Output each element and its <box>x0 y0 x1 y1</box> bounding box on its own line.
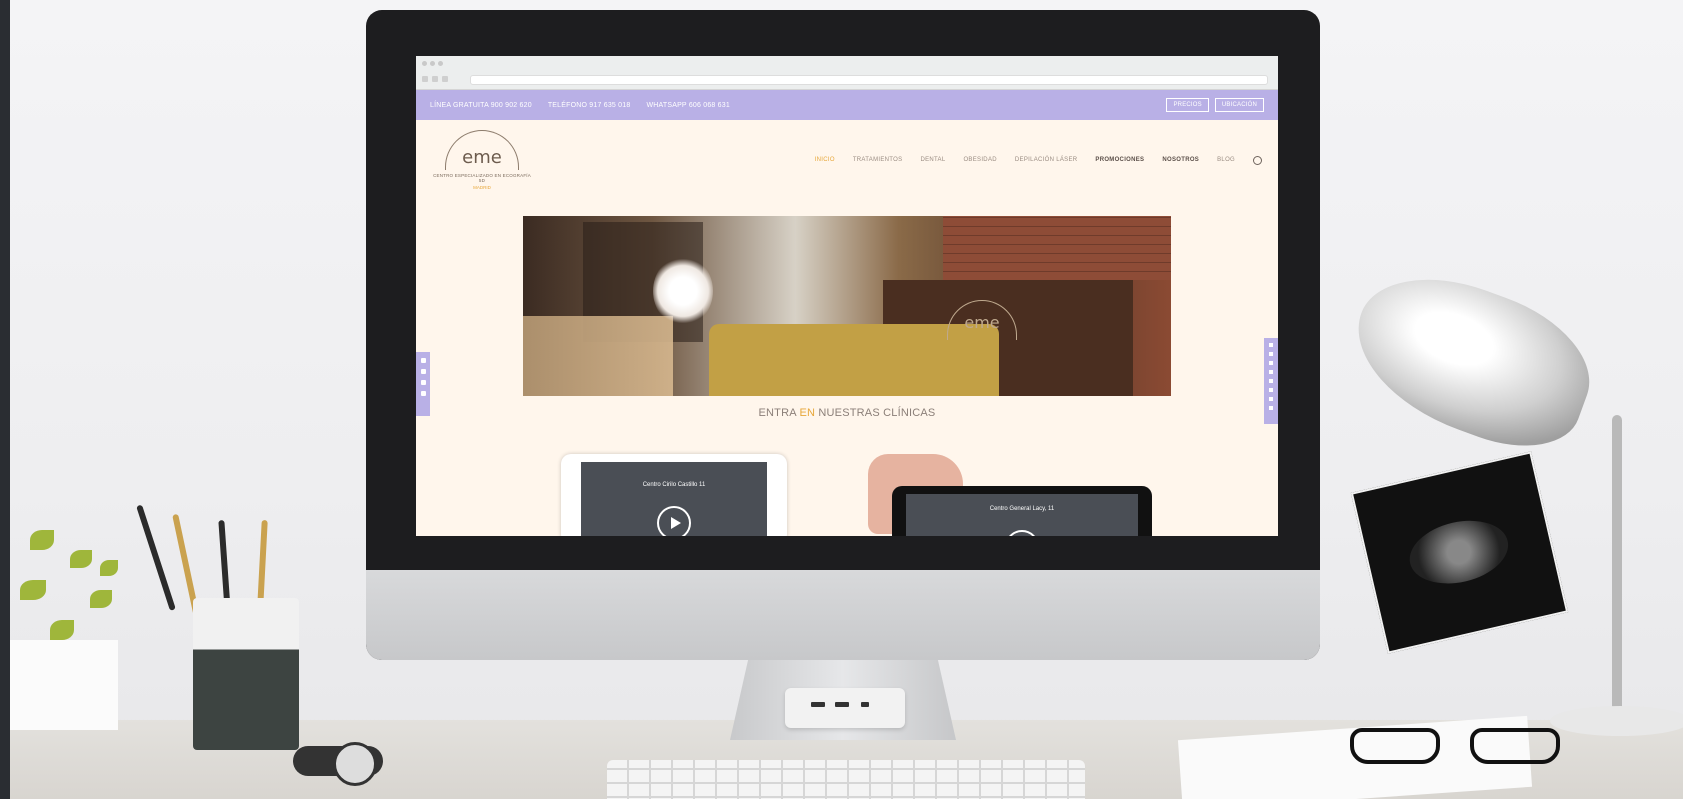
menu-item-dental[interactable]: DENTAL <box>920 157 945 163</box>
brick-wall <box>943 216 1171 280</box>
contact-topbar: LÍNEA GRATUITA 900 902 620 TELÉFONO 917 … <box>416 90 1278 120</box>
facebook-icon[interactable] <box>420 358 426 363</box>
menu-item-depilacion[interactable]: DEPILACIÓN LÁSER <box>1015 157 1078 163</box>
ultrasound-photo <box>1350 451 1569 654</box>
youtube-icon[interactable] <box>420 391 426 396</box>
search-icon[interactable] <box>1253 155 1262 165</box>
video-thumbnail[interactable]: Centro General Lacy, 11 <box>906 494 1138 536</box>
orchid <box>653 256 713 326</box>
wicker-chairs <box>523 316 673 396</box>
tablet-video-card[interactable]: Centro Cirilo Castillo 11 <box>561 454 787 536</box>
site-logo[interactable]: eme CENTRO ESPECIALIZADO EN ECOGRAFÍA 5D… <box>432 130 532 190</box>
section-title-highlight: EN <box>799 407 816 419</box>
menu-item-obesidad[interactable]: OBESIDAD <box>963 157 996 163</box>
play-icon[interactable] <box>1005 530 1039 536</box>
keyboard <box>607 760 1085 799</box>
menu-item-blog[interactable]: BLOG <box>1217 157 1235 163</box>
menu-item-inicio[interactable]: INICIO <box>815 157 835 163</box>
monitor-screen: LÍNEA GRATUITA 900 902 620 TELÉFONO 917 … <box>416 56 1278 536</box>
prices-button[interactable]: PRECIOS <box>1166 98 1209 112</box>
section-title-suffix: NUESTRAS CLÍNICAS <box>815 407 936 419</box>
lamp-arm <box>1612 415 1622 715</box>
pencil <box>136 504 176 611</box>
photo-scene: LÍNEA GRATUITA 900 902 620 TELÉFONO 917 … <box>10 0 1683 799</box>
phone-free-line[interactable]: LÍNEA GRATUITA 900 902 620 <box>430 102 532 109</box>
phone-whatsapp[interactable]: WHATSAPP 606 068 631 <box>646 102 730 109</box>
window-controls[interactable] <box>422 61 443 66</box>
menu-item-tratamientos[interactable]: TRATAMIENTOS <box>853 157 903 163</box>
wristwatch <box>293 742 383 786</box>
browser-toolbar <box>416 56 1278 90</box>
hero-clinic-image: eme <box>523 216 1171 396</box>
location-button[interactable]: UBICACIÓN <box>1214 98 1264 112</box>
section-title-prefix: ENTRA <box>758 407 800 419</box>
video-thumbnail[interactable]: Centro Cirilo Castillo 11 <box>581 462 767 536</box>
menu-item-nosotros[interactable]: NOSOTROS <box>1162 157 1199 163</box>
address-bar[interactable] <box>470 75 1268 85</box>
instagram-icon[interactable] <box>420 380 426 385</box>
video-caption: Centro General Lacy, 11 <box>989 506 1055 512</box>
browser-nav-buttons[interactable] <box>422 76 448 82</box>
site-header: eme CENTRO ESPECIALIZADO EN ECOGRAFÍA 5D… <box>416 120 1278 200</box>
phone-video-card[interactable]: Centro General Lacy, 11 <box>892 486 1152 536</box>
phone-telephone[interactable]: TELÉFONO 917 635 018 <box>548 102 631 109</box>
menu-item-promociones[interactable]: PROMOCIONES <box>1095 157 1144 163</box>
logo-location: MADRID <box>473 185 491 190</box>
section-title: ENTRA EN NUESTRAS CLÍNICAS <box>416 407 1278 419</box>
video-caption: Centro Cirilo Castillo 11 <box>642 482 706 488</box>
main-menu: INICIO TRATAMIENTOS DENTAL OBESIDAD DEPI… <box>815 155 1262 165</box>
twitter-icon[interactable] <box>420 369 426 374</box>
pencil-cup <box>193 598 299 750</box>
desk-lamp <box>1335 253 1609 467</box>
plant-pot <box>10 640 118 730</box>
eyeglasses <box>1350 728 1590 768</box>
usb-hub <box>785 688 905 728</box>
monitor-chin <box>366 570 1320 660</box>
logo-mark: eme <box>445 130 519 170</box>
play-icon[interactable] <box>657 506 691 536</box>
logo-subtitle: CENTRO ESPECIALIZADO EN ECOGRAFÍA 5D <box>433 173 531 183</box>
